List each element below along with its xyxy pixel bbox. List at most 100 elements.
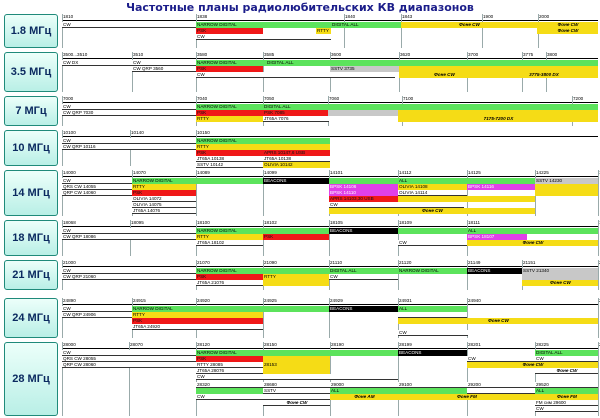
band-segment: CW QRP 21060 [62, 274, 196, 280]
frequency-label: 7050 [264, 96, 275, 101]
frequency-label: 10140 [131, 130, 144, 135]
frequency-tick [598, 298, 599, 338]
band-segment: Фоне CW [537, 28, 598, 34]
frequency-label: 3700 [468, 52, 479, 57]
frequency-tick [598, 342, 599, 416]
frequency-label: 10150 [197, 130, 210, 135]
frequency-label: 14000 [63, 170, 76, 175]
frequency-label: 21149 [468, 260, 481, 265]
frequency-tick [598, 260, 599, 290]
frequency-label: 21070 [197, 260, 210, 265]
frequency-label: 10100 [63, 130, 76, 135]
frequency-tick [196, 170, 197, 216]
band-segment: Фоне CW [401, 22, 537, 28]
frequency-label: 21120 [399, 260, 412, 265]
band-segment: CW [62, 22, 196, 28]
frequency-label: 3620 [400, 52, 411, 57]
frequency-tick [467, 342, 468, 416]
frequency-label: 28120 [197, 342, 210, 347]
frequency-label: 14112 [399, 170, 412, 175]
band-segment: CW QRP 18086 [62, 234, 196, 240]
frequency-label: 7040 [197, 96, 208, 101]
page-title: Частотные планы радиолюбительских КВ диа… [126, 1, 474, 14]
band-grid: 1810 1838 1840 1843 1900 2000 CW NARROW DIGITAL… [62, 14, 598, 48]
frequency-tick [482, 14, 483, 48]
band-section: 14 МГц 14000 14070 14089 14099 14101 14112 1412… [4, 170, 600, 216]
frequency-label: 21110 [330, 260, 343, 265]
frequency-label: 18109 [399, 220, 412, 225]
frequency-label: 3800 [547, 52, 558, 57]
frequency-label: 28070 [130, 342, 143, 347]
band-section: 10 МГц 10100 10140 10150 CW NARROW DIGITAL CW … [4, 130, 598, 168]
frequency-label: 18111 [468, 220, 481, 225]
band-segment: BPSK 14116 [467, 184, 535, 190]
band-segment: CW [329, 274, 398, 280]
frequency-label: 18095 [131, 220, 144, 225]
frequency-label: 14070 [133, 170, 146, 175]
frequency-tick [598, 220, 599, 256]
band-grid: 1806818095181001810218105181091811118168… [62, 220, 600, 256]
frequency-label: 1810 [63, 14, 74, 19]
frequency-tick [263, 298, 264, 338]
band-segment: QRP CW 28060 [62, 362, 196, 368]
band-grid: 2489024915249202492524929249312494024990… [62, 298, 600, 338]
band-segment: BEACONS [467, 268, 522, 274]
band-segment: Фоне CW [399, 72, 489, 78]
band-grid: 10100 10140 10150 CW NARROW DIGITAL CW QRP 10… [62, 130, 598, 168]
band-segment: BEACONS [329, 228, 398, 234]
band-segment: JT65A 24920 [132, 324, 263, 330]
frequency-tick [62, 52, 63, 92]
band-section: 1.8 МГц 1810 1838 1840 1843 1900 2000 CW NARROW … [4, 14, 598, 48]
frequency-label: 3585 [264, 52, 275, 57]
band-label: 21 МГц [4, 260, 58, 290]
frequency-label: 3500...3510 [63, 52, 88, 57]
band-segment: JT65A 14076 [132, 208, 196, 214]
frequency-tick [398, 260, 399, 290]
frequency-tick [62, 14, 63, 48]
frequency-label: 24890 [63, 298, 76, 303]
frequency-label: 24931 [399, 298, 412, 303]
band-segment: SSTV 10142 [196, 162, 263, 168]
frequency-tick [401, 14, 402, 48]
band-segment: CW [196, 72, 395, 78]
band-label: 7 МГц [4, 96, 58, 126]
band-segment: CW [535, 406, 598, 412]
frequency-tick [344, 14, 345, 48]
frequency-label: 28190 [331, 342, 344, 347]
frequency-label: 28225 [536, 342, 549, 347]
band-label: 1.8 МГц [4, 14, 58, 48]
band-segment: Фоне CW [329, 208, 535, 214]
frequency-label: 14125 [468, 170, 481, 175]
band-label: 10 МГц [4, 130, 58, 166]
band-section: 21 МГц 21000 21070 21090 21110 21120 21149 2115… [4, 260, 600, 290]
frequency-label: 1838 [197, 14, 208, 19]
frequency-label: 14225 [536, 170, 549, 175]
frequency-label: 14101 [330, 170, 343, 175]
band-segment: BEACONS [263, 178, 329, 184]
band-segment: CW QRP 3560 [132, 66, 196, 72]
frequency-label: 1900 [483, 14, 494, 19]
frequency-label: 7000 [63, 96, 74, 101]
frequency-tick [329, 298, 330, 338]
band-segment: CW DX [62, 60, 132, 66]
band-segment: CW QRP 24906 [62, 312, 132, 318]
band-segment: CW [196, 34, 331, 40]
frequency-tick [62, 298, 63, 338]
band-segment: JT65A 18102 [196, 240, 263, 246]
band-segment: Фоне AM [330, 394, 398, 400]
band-segment: RTTY [196, 116, 263, 122]
band-label: 24 МГц [4, 298, 58, 338]
band-segment: CW [398, 330, 468, 336]
frequency-label: 18100 [197, 220, 210, 225]
frequency-label: 28201 [468, 342, 481, 347]
band-label: 14 МГц [4, 170, 58, 216]
band-segment: 3775-3800 DX [489, 72, 598, 78]
frequency-axis [62, 14, 598, 21]
frequency-label: 18068 [63, 220, 76, 225]
frequency-tick [263, 170, 264, 216]
frequency-label: 14089 [197, 170, 210, 175]
frequency-label: 24920 [197, 298, 210, 303]
band-grid: 28000 28070 28120 28150 28190 28199 28201 28225… [62, 342, 600, 416]
band-grid: 2100021070210902111021120211492115121450… [62, 260, 600, 290]
band-section: 24 МГц 24890 24915 24920 24925 24929 24931 2494… [4, 298, 600, 338]
